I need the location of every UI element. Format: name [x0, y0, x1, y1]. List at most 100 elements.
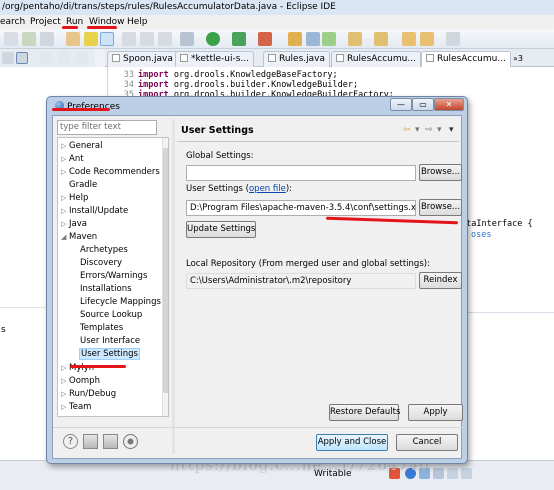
annotation-underline-window — [87, 26, 117, 29]
tree-item-code-recommenders[interactable]: ▷ Code Recommenders — [61, 166, 160, 178]
back-menu-icon[interactable]: ▾ — [415, 125, 420, 135]
forward-menu-icon[interactable]: ▾ — [437, 125, 442, 135]
coverage-icon[interactable] — [232, 32, 246, 46]
search-icon[interactable] — [22, 32, 36, 46]
pin-icon[interactable] — [84, 32, 98, 46]
wrench-icon[interactable] — [66, 32, 80, 46]
tree-item-general[interactable]: ▷ General — [61, 140, 103, 152]
main-toolbar — [0, 29, 554, 49]
tree-item-maven[interactable]: ◢ Maven — [61, 231, 97, 243]
export-icon[interactable] — [103, 434, 118, 449]
tab-rules-java[interactable]: Rules.java — [263, 51, 330, 67]
global-browse-button[interactable]: Browse... — [419, 164, 462, 181]
apply-button[interactable]: Apply — [408, 404, 463, 421]
editor-tab-bar: Spoon.java *kettle-ui-s... Rules.java Ru… — [105, 49, 554, 67]
left-view-toolbar — [0, 49, 95, 67]
tree-item-discovery[interactable]: Discovery — [80, 257, 122, 269]
tree-item-install-update[interactable]: ▷ Install/Update — [61, 205, 128, 217]
next-annotation-icon[interactable] — [374, 32, 388, 46]
tree-item-archetypes[interactable]: Archetypes — [80, 244, 128, 256]
ime-punct-icon[interactable] — [433, 468, 444, 479]
collapse-icon[interactable] — [2, 52, 14, 64]
restore-defaults-button[interactable]: Restore Defaults — [329, 404, 400, 421]
dialog-title: Preferences — [55, 101, 120, 113]
apply-and-close-button[interactable]: Apply and Close — [316, 434, 388, 451]
page-header: User Settings ⇦ ▾ ⇨ ▾ ▾ — [177, 120, 459, 142]
reindex-button[interactable]: Reindex — [419, 272, 462, 289]
open-file-link[interactable]: open file — [249, 184, 286, 194]
maximize-view-icon[interactable] — [76, 52, 88, 64]
splitter[interactable] — [172, 119, 175, 454]
tree-item-help[interactable]: ▷ Help — [61, 192, 88, 204]
tab-spoon-java[interactable]: Spoon.java — [107, 51, 178, 67]
xml-file-icon — [180, 54, 188, 62]
tree-item-source-lookup[interactable]: Source Lookup — [80, 309, 142, 321]
menu-project[interactable]: Project — [30, 15, 61, 29]
menu-help[interactable]: Help — [127, 15, 148, 29]
tree-item-errors-warnings[interactable]: Errors/Warnings — [80, 270, 147, 282]
java-file-icon — [268, 54, 276, 62]
format-icon[interactable] — [122, 32, 136, 46]
preferences-tree: ▷ General ▷ Ant ▷ Code Recommenders Gradle … — [57, 137, 169, 417]
global-settings-field[interactable] — [186, 165, 416, 181]
tree-item-java[interactable]: ▷ Java — [61, 218, 87, 230]
tree-item-mylyn[interactable]: ▷ Mylyn — [61, 362, 94, 374]
back-arrow-icon[interactable]: ⇦ — [403, 125, 411, 135]
back-icon[interactable] — [40, 32, 54, 46]
tab-label: Spoon.java — [123, 54, 173, 64]
tree-item-gradle[interactable]: Gradle — [61, 179, 97, 191]
forward-arrow-icon[interactable]: ⇨ — [425, 125, 433, 135]
tree-item-templates[interactable]: Templates — [80, 322, 123, 334]
nav-back-icon[interactable] — [420, 32, 434, 46]
tab-overflow[interactable]: »3 — [513, 54, 523, 63]
page-menu-icon[interactable]: ▾ — [449, 125, 454, 135]
local-repo-label: Local Repository (From merged user and g… — [186, 259, 430, 269]
view-menu-icon[interactable] — [40, 52, 52, 64]
tree-item-ant[interactable]: ▷ Ant — [61, 153, 84, 165]
menu-search[interactable]: earch — [0, 15, 25, 29]
last-edit-icon[interactable] — [402, 32, 416, 46]
nav-forward-icon[interactable] — [446, 32, 460, 46]
user-browse-button[interactable]: Browse... — [419, 199, 462, 216]
import-icon[interactable] — [83, 434, 98, 449]
help-icon[interactable]: ? — [63, 434, 78, 449]
annotation-underline-run — [62, 26, 78, 29]
tree-item-user-interface[interactable]: User Interface — [80, 335, 140, 347]
close-button[interactable]: ✕ — [434, 98, 464, 111]
tree-item-user-settings[interactable]: User Settings — [79, 348, 140, 360]
tab-rules-accumulator[interactable]: RulesAccumu... — [331, 51, 421, 67]
link-editor-icon[interactable] — [16, 52, 28, 64]
ime-keyboard-icon[interactable] — [447, 468, 458, 479]
tree-item-lifecycle-mappings[interactable]: Lifecycle Mappings — [80, 296, 161, 308]
user-settings-label: User Settings (open file): — [186, 184, 293, 194]
open-type-icon[interactable] — [306, 32, 320, 46]
highlight-icon[interactable] — [100, 32, 114, 46]
tree-item-installations[interactable]: Installations — [80, 283, 132, 295]
tree-item-oomph[interactable]: ▷ Oomph — [61, 375, 100, 387]
tab-rules-accumulator-data[interactable]: RulesAccumu... — [421, 51, 511, 67]
record-icon[interactable] — [123, 434, 138, 449]
run-icon[interactable] — [206, 32, 220, 46]
minimize-view-icon[interactable] — [58, 52, 70, 64]
filter-input[interactable]: type filter text — [57, 120, 157, 135]
minimize-button[interactable]: — — [390, 98, 412, 111]
toggle-icon[interactable] — [140, 32, 154, 46]
code-fragment: ataInterface { — [461, 219, 533, 229]
ime-skin-icon[interactable] — [461, 468, 472, 479]
paragraph-icon[interactable] — [158, 32, 172, 46]
java-file-icon — [426, 54, 434, 62]
tab-kettle-ui[interactable]: *kettle-ui-s... — [175, 51, 254, 67]
tree-scrollbar-thumb[interactable] — [163, 148, 168, 393]
annotation-icon[interactable] — [348, 32, 362, 46]
open-task-icon[interactable] — [322, 32, 336, 46]
maximize-button[interactable]: ▭ — [412, 98, 434, 111]
external-tools-icon[interactable] — [258, 32, 272, 46]
undo-icon[interactable] — [4, 32, 18, 46]
update-settings-button[interactable]: Update Settings — [186, 221, 256, 238]
cancel-button[interactable]: Cancel — [396, 434, 458, 451]
user-settings-field[interactable]: D:\Program Files\apache-maven-3.5.4\conf… — [186, 200, 416, 216]
debug-icon[interactable] — [180, 32, 194, 46]
tree-item-team[interactable]: ▷ Team — [61, 401, 91, 413]
tree-item-run-debug[interactable]: ▷ Run/Debug — [61, 388, 116, 400]
new-package-icon[interactable] — [288, 32, 302, 46]
